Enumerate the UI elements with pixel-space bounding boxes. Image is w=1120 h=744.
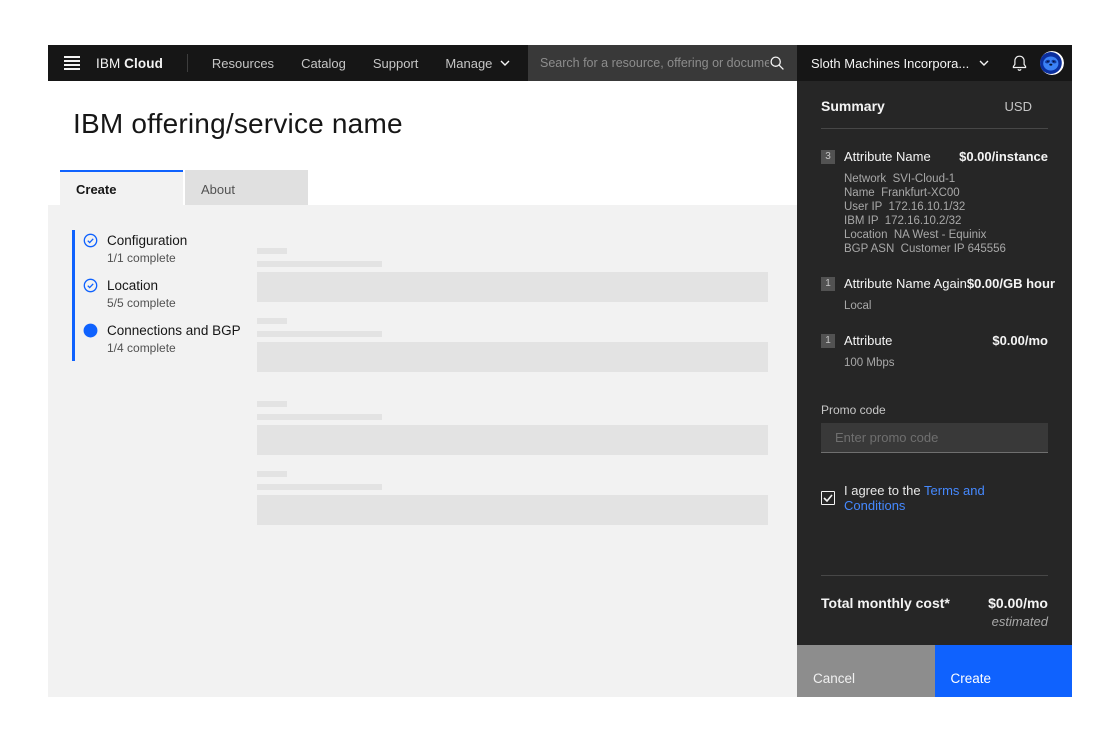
skeleton-group: [257, 471, 768, 525]
step-label: Configuration: [107, 233, 187, 249]
header-divider: [187, 54, 188, 72]
ibm-cloud-logo[interactable]: IBM Cloud: [96, 56, 163, 71]
tab-content: Configuration 1/1 complete Location 5/5 …: [48, 205, 797, 697]
step-configuration[interactable]: Configuration 1/1 complete: [83, 233, 241, 265]
step-label: Location: [107, 278, 176, 294]
notifications-bell-icon[interactable]: [1011, 54, 1028, 72]
step-label: Connections and BGP: [107, 323, 241, 339]
skeleton-group: [257, 248, 768, 302]
account-area: Sloth Machines Incorpora...: [797, 45, 1072, 81]
tab-about[interactable]: About: [185, 170, 308, 205]
quantity-badge: 1: [821, 277, 835, 291]
skeleton-bar: [257, 261, 382, 267]
page-title: IBM offering/service name: [73, 108, 403, 140]
tab-create[interactable]: Create: [60, 170, 183, 205]
chevron-down-icon: [500, 60, 510, 66]
account-switcher[interactable]: Sloth Machines Incorpora...: [811, 56, 969, 71]
item-details: Local: [844, 299, 1048, 313]
promo-code-label: Promo code: [821, 403, 1048, 417]
create-form-area: IBM offering/service name Create About C…: [48, 81, 797, 697]
skeleton-bar: [257, 248, 287, 254]
order-summary-panel: Summary USD 3 Attribute Name $0.00/insta…: [797, 81, 1072, 697]
nav-support[interactable]: Support: [373, 56, 419, 71]
step-status: 1/4 complete: [107, 341, 241, 355]
skeleton-bar: [257, 318, 287, 324]
skeleton-block: [257, 425, 768, 455]
nav-manage[interactable]: Manage: [445, 56, 510, 71]
total-cost-value: $0.00/mo: [988, 595, 1048, 611]
summary-title: Summary: [821, 98, 885, 114]
quantity-badge: 1: [821, 334, 835, 348]
skeleton-block: [257, 342, 768, 372]
skeleton-block: [257, 495, 768, 525]
item-name: Attribute Name Again: [844, 276, 967, 291]
divider: [821, 575, 1048, 576]
check-circle-icon: [83, 233, 98, 248]
skeleton-bar: [257, 484, 382, 490]
promo-code-input[interactable]: [821, 423, 1048, 453]
checkmark-icon: [823, 494, 833, 502]
summary-item: 1 Attribute $0.00/mo 100 Mbps: [821, 333, 1048, 370]
header-search-box: [528, 45, 797, 81]
nav-catalog[interactable]: Catalog: [301, 56, 346, 71]
item-price: $0.00/instance: [959, 149, 1048, 164]
hamburger-menu-icon[interactable]: [48, 45, 96, 81]
estimated-note: estimated: [797, 614, 1048, 629]
currency-label: USD: [1005, 99, 1032, 114]
item-price: $0.00/GB hour: [967, 276, 1055, 291]
quantity-badge: 3: [821, 150, 835, 164]
step-location[interactable]: Location 5/5 complete: [83, 278, 241, 310]
top-header-bar: IBM Cloud Resources Catalog Support Mana…: [48, 45, 1072, 81]
progress-indicator: Configuration 1/1 complete Location 5/5 …: [72, 230, 241, 361]
create-button[interactable]: Create: [935, 645, 1073, 697]
current-step-dot-icon: [83, 323, 98, 338]
summary-item: 3 Attribute Name $0.00/instance Network …: [821, 149, 1048, 256]
nav-resources[interactable]: Resources: [212, 56, 274, 71]
skeleton-bar: [257, 471, 287, 477]
skeleton-block: [257, 272, 768, 302]
item-name: Attribute Name: [844, 149, 931, 164]
terms-text: I agree to the Terms and Conditions: [844, 483, 1048, 513]
check-circle-icon: [83, 278, 98, 293]
item-details: Network SVI-Cloud-1 Name Frankfurt-XC00 …: [844, 172, 1048, 256]
item-price: $0.00/mo: [992, 333, 1048, 348]
item-details: 100 Mbps: [844, 356, 1048, 370]
tab-bar: Create About: [60, 170, 308, 205]
header-nav: Resources Catalog Support Manage: [212, 56, 510, 71]
summary-item: 1 Attribute Name Again $0.00/GB hour Loc…: [821, 276, 1048, 313]
item-name: Attribute: [844, 333, 892, 348]
total-cost-label: Total monthly cost*: [821, 595, 950, 611]
chevron-down-icon[interactable]: [979, 60, 989, 66]
skeleton-bar: [257, 401, 287, 407]
cancel-button[interactable]: Cancel: [797, 645, 935, 697]
step-status: 5/5 complete: [107, 296, 176, 310]
search-icon[interactable]: [769, 55, 785, 71]
terms-checkbox[interactable]: [821, 491, 835, 505]
avatar[interactable]: [1040, 51, 1064, 75]
skeleton-group: [257, 318, 768, 372]
skeleton-bar: [257, 331, 382, 337]
step-status: 1/1 complete: [107, 251, 187, 265]
skeleton-group: [257, 401, 768, 455]
search-input[interactable]: [540, 56, 769, 70]
ibm-cloud-app-window: IBM Cloud Resources Catalog Support Mana…: [48, 45, 1072, 697]
skeleton-bar: [257, 414, 382, 420]
step-connections-bgp[interactable]: Connections and BGP 1/4 complete: [83, 323, 241, 355]
